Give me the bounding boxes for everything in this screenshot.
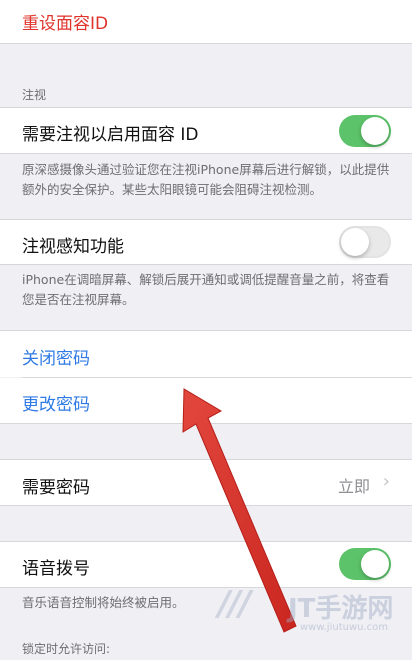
require-passcode-value: 立即 [337,477,370,496]
toggle-knob [361,117,389,145]
divider [0,505,412,506]
require-passcode-label: 需要密码 [22,478,90,498]
divider [0,587,412,588]
require-attention-toggle[interactable] [339,115,391,147]
voice-dial-footer: 音乐语音控制将始终被启用。 [22,595,185,610]
reset-face-id-label[interactable]: 重设面容ID [22,9,108,34]
divider [0,423,412,424]
require-passcode-cell[interactable]: 需要密码 立即 › [0,460,412,505]
divider [0,153,412,154]
attention-aware-cell: 注视感知功能 [0,220,412,264]
divider [0,43,412,44]
require-attention-footer: 原深感摄像头通过验证您在注视iPhone屏幕后进行解锁，以此提供额外的安全保护。… [22,162,390,197]
require-attention-label: 需要注视以启用面容 ID [22,125,199,145]
require-attention-cell: 需要注视以启用面容 ID [0,108,412,153]
turn-off-passcode-link[interactable]: 关闭密码 [22,344,90,369]
attention-aware-label: 注视感知功能 [22,237,124,257]
change-passcode-link[interactable]: 更改密码 [22,390,90,415]
watermark-domain: www.jiutuwu.com [300,622,389,633]
toggle-knob [341,228,369,256]
toggle-knob [361,550,389,578]
change-passcode-cell[interactable]: 更改密码 [0,378,412,423]
chevron-right-icon: › [382,471,390,492]
attention-aware-toggle[interactable] [339,226,391,258]
turn-off-passcode-cell[interactable]: 关闭密码 [0,331,412,377]
section-header-attention: 注视 [22,88,47,102]
voice-dial-cell: 语音拨号 [0,542,412,587]
reset-face-id-cell[interactable]: 重设面容ID [0,0,412,43]
divider [0,264,412,265]
voice-dial-label: 语音拨号 [22,559,90,579]
section-header-locked-access: 锁定时允许访问: [22,642,111,656]
voice-dial-toggle[interactable] [339,548,391,580]
settings-screen: 重设面容ID 注视 需要注视以启用面容 ID 原深感摄像头通过验证您在注视iPh… [0,0,412,660]
attention-aware-footer: iPhone在调暗屏幕、解锁后展开通知或调低提醒音量之前，将查看您是否在注视屏幕… [22,272,390,307]
